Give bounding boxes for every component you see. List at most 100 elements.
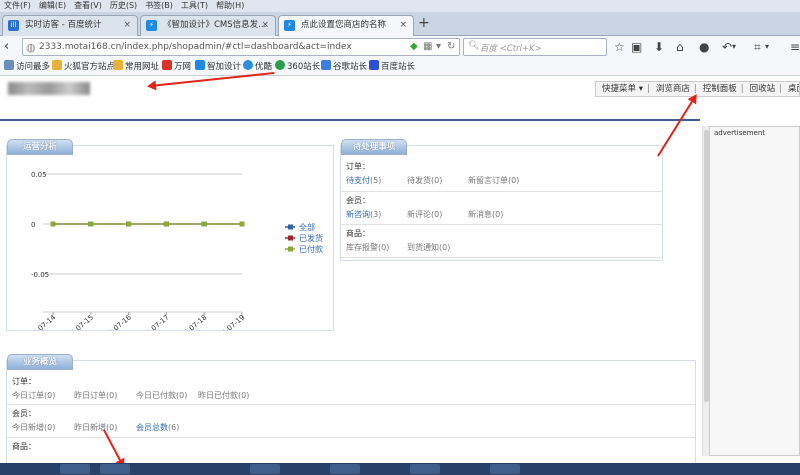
menu-tools[interactable]: 工具(T) [181,1,208,10]
stat-label: 新评论 [407,210,431,219]
bolt-icon: ⚡ [284,20,295,31]
download-icon[interactable]: ⬇ [654,40,664,54]
new-tab-icon[interactable]: + [418,15,430,31]
stat-link[interactable]: 待支付(5) [346,175,407,186]
stat-link[interactable]: 新留言订单(0) [468,175,529,186]
link-control-panel[interactable]: 控制面板 [703,84,737,94]
stat-link[interactable]: 今日已付款(0) [136,390,198,401]
dropdown-icon[interactable]: ▾ [436,41,441,52]
menu-help[interactable]: 帮助(H) [216,1,244,10]
taskbar-item[interactable] [410,464,440,474]
section-row: 待支付(5) 待发货(0) 新留言订单(0) [346,175,662,186]
chevron-down-icon[interactable]: ▾ [765,42,769,51]
data-point [201,221,207,227]
stat-link[interactable]: 会员总数(6) [136,422,198,433]
bookmark-item[interactable]: 访问最多 [4,58,50,76]
page-content: 站点 订单 商品 会员 营销 报表 系统 运营分析 0.050-0.052015… [0,77,800,470]
stat-label: 待发货 [407,176,431,185]
panel-title: 待处理事项 [341,139,407,155]
taskbar-item[interactable] [330,464,360,474]
close-icon[interactable]: × [123,16,131,35]
star-icon[interactable]: ☆ [614,40,625,54]
address-bar[interactable]: ◍ 2333.motai168.cn/index.php/shopadmin/#… [22,38,460,56]
taskbar-item[interactable] [250,464,280,474]
qr-icon[interactable]: ▦ [423,41,432,52]
close-icon[interactable]: × [399,16,407,35]
stat-label: 新咨询 [346,210,370,219]
data-point [50,221,56,227]
menu-file[interactable]: 文件(F) [4,1,31,10]
section-title: 商品： [346,229,370,238]
section: 商品： 库存报警(0) 到货通知(0) [341,225,662,258]
link-desktop[interactable]: 桌面 [788,84,799,94]
stat-label: 会员总数 [136,423,168,432]
quick-menu-button[interactable]: 快捷菜单 ▾ [602,84,643,94]
bookmark-item[interactable]: 万网 [162,58,191,76]
stat-label: 库存报警 [346,243,378,252]
bookmark-item[interactable]: 百度站长 [369,58,415,76]
link-recycle-bin[interactable]: 回收站 [750,84,776,94]
stat-link[interactable]: 今日订单(0) [12,390,74,401]
stat-link[interactable]: 新评论(0) [407,209,468,220]
legend-label: 已付款 [299,244,323,254]
undo-icon[interactable]: ↶ [722,40,732,54]
chat-icon[interactable]: ● [699,40,709,54]
search-bar[interactable]: 🔍︎ 百度 <Ctrl+K> [463,38,607,56]
stat-label: 昨日新增 [74,423,106,432]
section: 会员： 新咨询(3) 新评论(0) 新消息(0) [341,192,662,225]
data-point [88,221,94,227]
home-icon[interactable]: ⌂ [676,40,684,54]
menu-view[interactable]: 查看(V) [74,1,102,10]
menu-history[interactable]: 历史(S) [110,1,137,10]
globe-icon: ◍ [26,41,36,54]
section-row: 库存报警(0) 到货通知(0) [346,242,662,253]
operation-panel: 运营分析 0.05 0 -0.05 2015-07-14 2015-07-15 2015-… [6,139,334,331]
menu-icon[interactable]: ≡ [790,40,800,54]
stat-label: 待支付 [346,176,370,185]
bookmark-item[interactable]: 火狐官方站点 [52,58,115,76]
taskbar-item[interactable] [490,464,520,474]
stat-link[interactable]: 今日新增(0) [12,422,74,433]
stat-link[interactable]: 待发货(0) [407,175,468,186]
bookmark-item[interactable]: 谷歌站长 [321,58,367,76]
search-placeholder: 百度 <Ctrl+K> [480,44,542,54]
reload-icon[interactable]: ↻ [447,41,455,52]
tab-cms[interactable]: ⚡ 《智加设计》CMS信息发... × [140,15,276,36]
bookmark-item[interactable]: 360站长 [275,58,320,76]
taskbar [0,463,800,475]
y-tick-label: 0.05 [31,171,47,179]
data-point [239,221,245,227]
scrollbar[interactable] [702,126,709,456]
bookmark-item[interactable]: 智加设计 [195,58,241,76]
crop-icon[interactable]: ⌗ [754,40,761,55]
stat-link[interactable]: 昨日已付款(0) [198,390,260,401]
bookmark-item[interactable]: 常用网址 [113,58,159,76]
stat-label: 今日已付款 [136,391,176,400]
tab-shop-admin[interactable]: ⚡ 点此设置您商店的名称 × [278,15,414,37]
stat-label: 今日订单 [12,391,44,400]
taskbar-item[interactable] [100,464,130,474]
menu-edit[interactable]: 编辑(E) [39,1,66,10]
back-icon[interactable]: ‹ [4,39,9,55]
stat-link[interactable]: 新消息(0) [468,209,529,220]
stat-link[interactable]: 昨日订单(0) [74,390,136,401]
shield-icon[interactable]: ◆ [410,41,418,52]
menu-bookmarks[interactable]: 书签(B) [145,1,173,10]
data-point [163,221,169,227]
stat-link[interactable]: 库存报警(0) [346,242,407,253]
chevron-down-icon[interactable]: ▾ [732,42,736,51]
stat-link[interactable]: 到货通知(0) [407,242,468,253]
close-icon[interactable]: × [261,16,269,35]
link-view-store[interactable]: 浏览商店 [656,84,690,94]
x-tick-label: 2015-07-16 [97,313,134,330]
stat-label: 昨日已付款 [198,391,238,400]
section-title: 订单： [12,377,36,386]
x-tick-label: 2015-07-17 [134,313,170,330]
reader-icon[interactable]: ▣ [631,40,642,54]
baidu-icon [369,60,379,70]
stat-count: (3) [370,210,382,219]
taskbar-item[interactable] [60,464,90,474]
stat-link[interactable]: 新咨询(3) [346,209,407,220]
stat-count: (0) [378,243,390,252]
tab-baidu-stats[interactable]: ill 实时访客 - 百度统计 × [2,15,138,36]
